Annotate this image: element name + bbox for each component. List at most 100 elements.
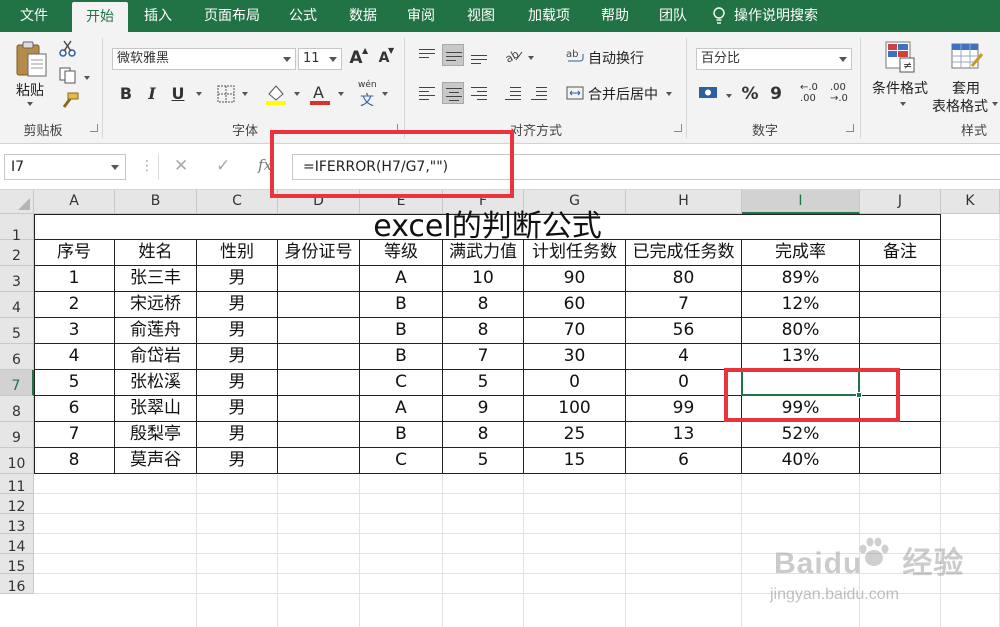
table-data-cell[interactable]: 男 xyxy=(197,396,277,421)
bold-button[interactable]: B xyxy=(116,84,136,103)
table-data-cell[interactable]: 9 xyxy=(443,396,523,421)
tab-formulas[interactable]: 公式 xyxy=(278,0,328,32)
table-data-cell[interactable] xyxy=(278,344,359,369)
row-header-12[interactable]: 12 xyxy=(0,494,34,515)
table-data-cell[interactable]: 宋远桥 xyxy=(115,292,196,317)
italic-button[interactable]: I xyxy=(142,84,162,103)
row-header-8[interactable]: 8 xyxy=(0,396,34,422)
table-data-cell[interactable]: B xyxy=(360,292,442,317)
tab-review[interactable]: 审阅 xyxy=(396,0,446,32)
table-data-cell[interactable]: 张松溪 xyxy=(115,370,196,395)
table-data-cell[interactable] xyxy=(278,370,359,395)
phonetic-dropdown-icon[interactable] xyxy=(382,92,388,96)
cancel-icon[interactable]: ✕ xyxy=(174,156,188,176)
phonetic-guide-button[interactable]: 文 xyxy=(360,90,374,110)
table-data-cell[interactable]: 7 xyxy=(443,344,523,369)
table-data-cell[interactable]: 60 xyxy=(524,292,625,317)
borders-icon[interactable] xyxy=(216,84,236,104)
table-data-cell[interactable]: 3 xyxy=(34,318,114,343)
table-header-cell[interactable]: 姓名 xyxy=(115,240,196,265)
orientation-dropdown-icon[interactable] xyxy=(528,56,534,60)
row-header-1[interactable]: 1 xyxy=(0,214,34,244)
table-header-cell[interactable]: 性别 xyxy=(197,240,277,265)
table-header-cell[interactable]: 身份证号 xyxy=(278,240,359,265)
table-data-cell[interactable]: A xyxy=(360,266,442,291)
table-data-cell[interactable] xyxy=(278,292,359,317)
percent-style-button[interactable]: % xyxy=(740,84,760,104)
table-data-cell[interactable]: 25 xyxy=(524,422,625,447)
table-data-cell[interactable]: 70 xyxy=(524,318,625,343)
table-data-cell[interactable]: 4 xyxy=(34,344,114,369)
format-as-table-icon[interactable] xyxy=(950,40,984,74)
borders-dropdown-icon[interactable] xyxy=(242,92,248,96)
clipboard-launcher-icon[interactable] xyxy=(90,124,98,132)
table-header-cell[interactable]: 备注 xyxy=(860,240,940,265)
row-header-6[interactable]: 6 xyxy=(0,344,34,370)
wrap-text-button[interactable]: 自动换行 xyxy=(588,48,644,68)
underline-button[interactable]: U xyxy=(168,84,188,103)
tab-view[interactable]: 视图 xyxy=(456,0,506,32)
number-format-combo[interactable]: 百分比 xyxy=(696,48,852,70)
decrease-indent-icon[interactable] xyxy=(502,82,524,104)
table-data-cell[interactable] xyxy=(860,422,940,447)
tab-page-layout[interactable]: 页面布局 xyxy=(196,0,268,32)
table-data-cell[interactable] xyxy=(278,448,359,473)
table-data-cell[interactable]: 5 xyxy=(443,370,523,395)
enter-icon[interactable]: ✓ xyxy=(216,156,230,176)
table-data-cell[interactable] xyxy=(860,266,940,291)
conditional-formatting-icon[interactable]: ≠ xyxy=(884,40,918,74)
orientation-icon[interactable]: ab xyxy=(504,46,524,64)
table-header-cell[interactable]: 已完成任务数 xyxy=(626,240,741,265)
tab-addins[interactable]: 加载项 xyxy=(518,0,580,32)
increase-indent-icon[interactable] xyxy=(528,82,550,104)
tab-home[interactable]: 开始 xyxy=(72,2,128,32)
table-data-cell[interactable]: 13% xyxy=(742,344,859,369)
cut-icon[interactable] xyxy=(58,40,78,58)
name-box[interactable]: I7 xyxy=(4,154,126,180)
table-data-cell[interactable]: 5 xyxy=(443,448,523,473)
tab-team[interactable]: 团队 xyxy=(648,0,698,32)
table-data-cell[interactable]: 张三丰 xyxy=(115,266,196,291)
paste-dropdown-icon[interactable] xyxy=(27,102,33,106)
table-data-cell[interactable]: 56 xyxy=(626,318,741,343)
accounting-dropdown-icon[interactable] xyxy=(726,94,732,98)
row-header-10[interactable]: 10 xyxy=(0,448,34,474)
table-data-cell[interactable]: 俞岱岩 xyxy=(115,344,196,369)
table-data-cell[interactable]: C xyxy=(360,370,442,395)
table-data-cell[interactable]: 30 xyxy=(524,344,625,369)
align-bottom-icon[interactable] xyxy=(468,44,490,66)
paste-icon[interactable] xyxy=(14,40,48,80)
table-data-cell[interactable]: 1 xyxy=(34,266,114,291)
table-data-cell[interactable] xyxy=(278,318,359,343)
table-data-cell[interactable]: 80% xyxy=(742,318,859,343)
table-data-cell[interactable] xyxy=(278,396,359,421)
table-data-cell[interactable] xyxy=(860,318,940,343)
comma-style-button[interactable]: 9 xyxy=(766,84,786,104)
column-header-k[interactable]: K xyxy=(941,190,1000,214)
align-top-icon[interactable] xyxy=(416,44,438,66)
table-data-cell[interactable]: 8 xyxy=(443,422,523,447)
table-data-cell[interactable]: 7 xyxy=(34,422,114,447)
column-header-a[interactable]: A xyxy=(34,190,115,214)
table-header-cell[interactable]: 满武力值 xyxy=(443,240,523,265)
format-painter-icon[interactable] xyxy=(58,92,80,110)
column-header-c[interactable]: C xyxy=(197,190,278,214)
format-as-table-button-line1[interactable]: 套用 xyxy=(952,78,980,98)
table-data-cell[interactable] xyxy=(278,266,359,291)
paste-button[interactable]: 粘贴 xyxy=(16,80,44,100)
table-data-cell[interactable]: 13 xyxy=(626,422,741,447)
row-header-4[interactable]: 4 xyxy=(0,292,34,318)
merge-center-button[interactable]: 合并后居中 xyxy=(588,84,658,104)
table-data-cell[interactable]: B xyxy=(360,422,442,447)
table-header-cell[interactable]: 序号 xyxy=(34,240,114,265)
table-data-cell[interactable]: 男 xyxy=(197,344,277,369)
number-launcher-icon[interactable] xyxy=(846,124,854,132)
table-data-cell[interactable]: 7 xyxy=(626,292,741,317)
table-title[interactable]: excel的判断公式 xyxy=(35,212,940,242)
decrease-decimal-button[interactable]: .00 →.0 xyxy=(830,82,848,104)
tab-help[interactable]: 帮助 xyxy=(590,0,640,32)
align-middle-icon[interactable] xyxy=(442,44,464,66)
conditional-dropdown-icon[interactable] xyxy=(900,102,906,106)
copy-icon[interactable] xyxy=(58,66,78,84)
table-data-cell[interactable] xyxy=(860,448,940,473)
